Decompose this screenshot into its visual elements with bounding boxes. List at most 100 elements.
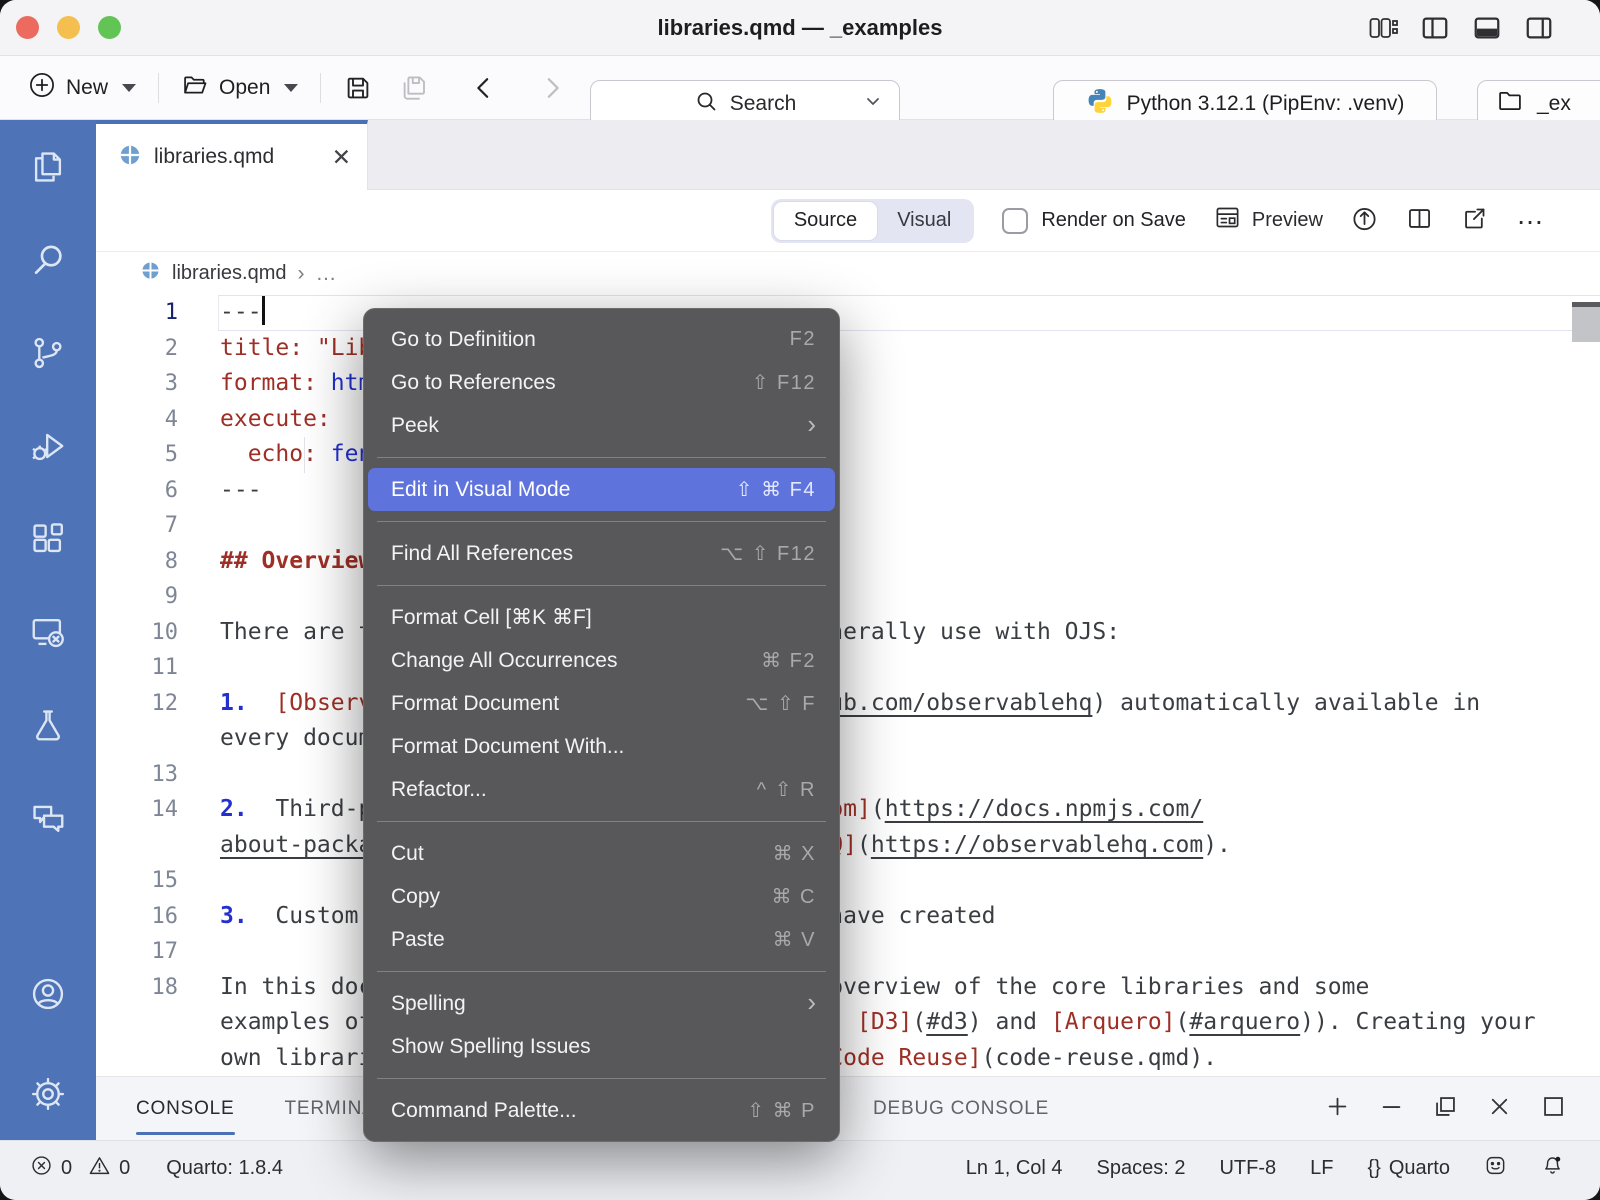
source-control-icon[interactable] (0, 306, 96, 399)
scrollbar-thumb[interactable] (1572, 302, 1600, 342)
minimize-panel-icon[interactable] (1378, 1093, 1405, 1125)
account-icon[interactable] (0, 947, 96, 1040)
menu-item-show-spelling-issues[interactable]: Show Spelling Issues (368, 1025, 835, 1068)
split-editor-icon[interactable] (1406, 205, 1433, 237)
zoom-window-button[interactable] (98, 16, 121, 39)
code-row[interactable]: 13 (96, 757, 1600, 793)
menu-item-format-document-with[interactable]: Format Document With... (368, 725, 835, 768)
breadcrumb-more[interactable]: … (315, 262, 336, 286)
breadcrumb-file[interactable]: libraries.qmd (172, 262, 286, 285)
back-button[interactable] (469, 73, 499, 103)
code-row[interactable]: 163. Custom libraries you or your collea… (96, 899, 1600, 935)
console-sessions-icon[interactable] (0, 585, 96, 678)
indentation-status[interactable]: Spaces: 2 (1097, 1157, 1186, 1180)
editor-action-bar: Source Visual Render on Save Preview … (96, 190, 1600, 252)
menu-item-change-all-occurrences[interactable]: Change All Occurrences⌘ F2 (368, 639, 835, 682)
eol-status[interactable]: LF (1310, 1157, 1333, 1180)
code-row[interactable]: 7 (96, 508, 1600, 544)
code-line-text (178, 757, 220, 793)
problems-status[interactable]: 0 0 (30, 1154, 130, 1183)
menu-item-cut[interactable]: Cut⌘ X (368, 832, 835, 875)
minimize-window-button[interactable] (57, 16, 80, 39)
testing-icon[interactable] (0, 678, 96, 771)
editor-scrollbar[interactable] (1572, 295, 1600, 1140)
more-actions-button[interactable]: … (1516, 210, 1545, 232)
menu-item-format-cell-k-f[interactable]: Format Cell [⌘K ⌘F] (368, 596, 835, 639)
code-row[interactable]: 121. [Observable core libraries](https:/… (96, 686, 1600, 722)
menu-item-go-to-definition[interactable]: Go to DefinitionF2 (368, 318, 835, 361)
menu-item-format-document[interactable]: Format Document⌥ ⇧ F (368, 682, 835, 725)
panel-tab-console[interactable]: CONSOLE (136, 1077, 235, 1141)
cursor-position-status[interactable]: Ln 1, Col 4 (966, 1157, 1063, 1180)
menu-item-edit-in-visual-mode[interactable]: Edit in Visual Mode⇧ ⌘ F4 (368, 468, 835, 511)
code-row[interactable]: 18In this document we'll provide a high … (96, 970, 1600, 1006)
code-row[interactable]: 4execute: (96, 402, 1600, 438)
settings-icon[interactable] (0, 1047, 96, 1140)
panel-tab-debug-console[interactable]: DEBUG CONSOLE (873, 1077, 1049, 1141)
code-row[interactable]: 142. Third-party JavaScript libraries fr… (96, 792, 1600, 828)
menu-item-peek[interactable]: Peek› (368, 404, 835, 447)
code-row[interactable]: 6--- (96, 473, 1600, 509)
mode-visual-button[interactable]: Visual (877, 202, 971, 240)
restore-panel-icon[interactable] (1432, 1093, 1459, 1125)
menu-item-go-to-references[interactable]: Go to References⇧ F12 (368, 361, 835, 404)
render-icon[interactable] (1351, 205, 1378, 237)
render-on-save-checkbox[interactable] (1002, 208, 1028, 234)
menu-item-spelling[interactable]: Spelling› (368, 982, 835, 1025)
maximize-panel-icon[interactable] (1540, 1093, 1567, 1125)
save-button[interactable] (343, 73, 373, 103)
explorer-icon[interactable] (0, 120, 96, 213)
menu-shortcut: ⌥ ⇧ F (745, 691, 816, 716)
menu-item-command-palette[interactable]: Command Palette...⇧ ⌘ P (368, 1089, 835, 1132)
open-in-new-window-icon[interactable] (1461, 205, 1488, 237)
code-row[interactable]: 3format: html (96, 366, 1600, 402)
close-window-button[interactable] (16, 16, 39, 39)
tab-libraries-qmd[interactable]: libraries.qmd ✕ (96, 120, 368, 190)
toggle-panel-icon[interactable] (1472, 13, 1502, 48)
code-row[interactable]: own libraries is covered in the article … (96, 1041, 1600, 1077)
toggle-secondary-sidebar-icon[interactable] (1524, 13, 1554, 48)
chevron-down-icon[interactable] (861, 89, 885, 119)
extensions-icon[interactable] (0, 492, 96, 585)
search-icon[interactable] (0, 213, 96, 306)
feedback-icon[interactable] (1484, 1154, 1507, 1183)
code-row[interactable]: 9 (96, 579, 1600, 615)
code-editor[interactable]: 1---2title: "Libraries"3format: html4exe… (96, 295, 1600, 1140)
tab-close-icon[interactable]: ✕ (332, 144, 351, 171)
quarto-version-status[interactable]: Quarto: 1.8.4 (166, 1157, 283, 1180)
code-row[interactable]: 17 (96, 934, 1600, 970)
code-row[interactable]: about-packages-and-modules) and [Observa… (96, 828, 1600, 864)
toggle-sidebar-icon[interactable] (1420, 13, 1450, 48)
customize-layout-icon[interactable] (1368, 13, 1398, 48)
mode-toggle: Source Visual (771, 199, 975, 243)
run-and-debug-icon[interactable] (0, 399, 96, 492)
code-row[interactable]: examples of using third-party libraries … (96, 1005, 1600, 1041)
menu-item-find-all-references[interactable]: Find All References⌥ ⇧ F12 (368, 532, 835, 575)
menu-item-paste[interactable]: Paste⌘ V (368, 918, 835, 961)
menu-item-refactor[interactable]: Refactor...^ ⇧ R (368, 768, 835, 811)
mode-source-button[interactable]: Source (774, 202, 877, 240)
context-menu: Go to DefinitionF2Go to References⇧ F12P… (363, 308, 840, 1142)
code-row[interactable]: 8## Overview (96, 544, 1600, 580)
forward-button[interactable] (537, 73, 567, 103)
line-number: 5 (96, 437, 178, 473)
preview-button[interactable]: Preview (1214, 204, 1323, 237)
new-button[interactable]: New (28, 71, 136, 105)
language-mode-status[interactable]: {} Quarto (1367, 1157, 1450, 1180)
new-console-icon[interactable] (1324, 1093, 1351, 1125)
code-row[interactable]: every document. (96, 721, 1600, 757)
code-row[interactable]: 10There are three types of libraries you… (96, 615, 1600, 651)
menu-item-copy[interactable]: Copy⌘ C (368, 875, 835, 918)
close-panel-icon[interactable] (1486, 1093, 1513, 1125)
open-button[interactable]: Open (181, 71, 298, 105)
code-row[interactable]: 5 echo: fenced (96, 437, 1600, 473)
code-row[interactable]: 1--- (96, 295, 1600, 331)
code-row[interactable]: 11 (96, 650, 1600, 686)
code-row[interactable]: 2title: "Libraries" (96, 331, 1600, 367)
code-row[interactable]: 15 (96, 863, 1600, 899)
save-all-button[interactable] (399, 73, 429, 103)
encoding-status[interactable]: UTF-8 (1219, 1157, 1276, 1180)
notifications-bell-icon[interactable] (1541, 1154, 1564, 1183)
chat-icon[interactable] (0, 771, 96, 864)
line-number (96, 1005, 178, 1041)
